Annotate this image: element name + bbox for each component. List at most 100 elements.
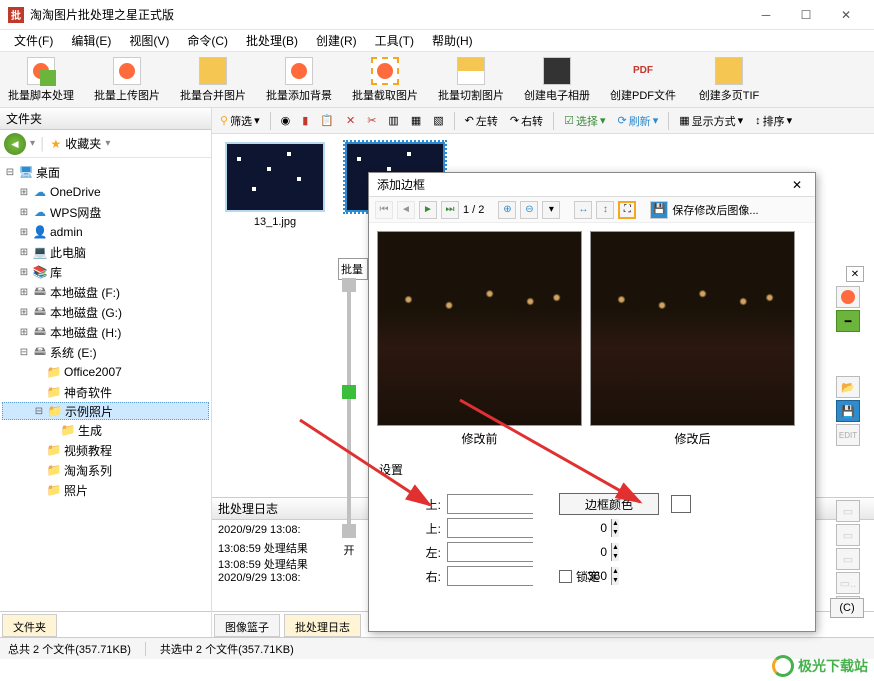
tree-expander[interactable]: ⊞ xyxy=(18,307,30,318)
dlg-fit-window[interactable]: ⛶ xyxy=(618,201,636,219)
toolbar-batch-merge[interactable]: 批量合并图片 xyxy=(178,57,248,103)
dlg-fit-height[interactable]: ↕ xyxy=(596,201,614,219)
slider-bottom-handle[interactable] xyxy=(342,524,356,538)
nav-back-dropdown[interactable]: ▾ xyxy=(30,138,35,149)
hidden-button-c[interactable]: (C) xyxy=(830,598,864,618)
panel3-icon[interactable]: ▧ xyxy=(429,112,447,129)
tree-expander[interactable]: ⊞ xyxy=(18,327,30,338)
menu-batch[interactable]: 批处理(B) xyxy=(238,30,306,51)
favorites-icon[interactable]: ★ xyxy=(51,137,62,151)
tree-node[interactable]: ⊞👤admin xyxy=(2,222,209,242)
dlg-zoom-dropdown[interactable]: ▾ xyxy=(542,201,560,219)
rotate-left-button[interactable]: ↶ 左转 xyxy=(461,111,502,131)
tab-image-basket[interactable]: 图像篮子 xyxy=(214,614,280,637)
favorites-label[interactable]: 收藏夹 xyxy=(65,135,101,152)
spin-up[interactable]: ▲ xyxy=(612,567,619,576)
thumbnail-item[interactable]: 13_1.jpg xyxy=(220,142,330,228)
tree-node[interactable]: ⊟🖥桌面 xyxy=(2,162,209,182)
minimize-button[interactable]: ─ xyxy=(746,1,786,29)
tree-node[interactable]: ⊞☁OneDrive xyxy=(2,182,209,202)
toolbar-batch-upload[interactable]: 批量上传图片 xyxy=(92,57,162,103)
tree-node[interactable]: 📁Office2007 xyxy=(2,362,209,382)
dlg-save-label[interactable]: 保存修改后图像... xyxy=(672,202,758,218)
spin-down[interactable]: ▼ xyxy=(612,528,619,537)
refresh-button[interactable]: ⟳ 刷新 ▾ xyxy=(613,111,662,131)
tree-node[interactable]: ⊟🖴系统 (E:) xyxy=(2,342,209,362)
top2-input-field[interactable] xyxy=(448,519,611,537)
dlg-nav-last[interactable]: ⏭ xyxy=(441,201,459,219)
border-color-swatch[interactable] xyxy=(671,495,691,513)
tree-expander[interactable]: ⊞ xyxy=(18,187,30,198)
toolbar-batch-add-bg[interactable]: 批量添加背景 xyxy=(264,57,334,103)
tree-node[interactable]: ⊞🖴本地磁盘 (G:) xyxy=(2,302,209,322)
right-icon-edit[interactable]: EDIT xyxy=(836,424,860,446)
tree-expander[interactable]: ⊞ xyxy=(18,267,30,278)
dlg-nav-first[interactable]: ⏮ xyxy=(375,201,393,219)
dlg-save-icon[interactable]: 💾 xyxy=(650,201,668,219)
tree-node[interactable]: ⊞☁WPS网盘 xyxy=(2,202,209,222)
dlg-nav-prev[interactable]: ◄ xyxy=(397,201,415,219)
right-icon-1[interactable] xyxy=(836,286,860,308)
spin-up[interactable]: ▲ xyxy=(612,519,619,528)
right-icon-b[interactable]: ▭ xyxy=(836,524,860,546)
dlg-zoom-out[interactable]: ⊖ xyxy=(520,201,538,219)
right-icon-open[interactable]: 📂 xyxy=(836,376,860,398)
right-input[interactable]: ▲▼ xyxy=(447,566,533,586)
lock-checkbox[interactable] xyxy=(559,570,572,583)
menu-tools[interactable]: 工具(T) xyxy=(367,30,422,51)
menu-help[interactable]: 帮助(H) xyxy=(424,30,481,51)
tree-node[interactable]: ⊞💻此电脑 xyxy=(2,242,209,262)
favorites-dropdown[interactable]: ▾ xyxy=(105,138,110,149)
tree-node[interactable]: 📁视频教程 xyxy=(2,440,209,460)
tree-expander[interactable]: ⊟ xyxy=(4,167,16,178)
tree-node[interactable]: 📁神奇软件 xyxy=(2,382,209,402)
tree-node[interactable]: 📁淘淘系列 xyxy=(2,460,209,480)
tree-node[interactable]: ⊟📁示例照片 xyxy=(2,402,209,420)
sort-button[interactable]: ↕ 排序 ▾ xyxy=(751,111,796,131)
maximize-button[interactable]: ☐ xyxy=(786,1,826,29)
panel1-icon[interactable]: ▥ xyxy=(384,112,402,129)
menu-create[interactable]: 创建(R) xyxy=(308,30,365,51)
left-input-field[interactable] xyxy=(448,543,611,561)
slider-top-handle[interactable] xyxy=(342,278,356,292)
tree-expander[interactable]: ⊞ xyxy=(18,207,30,218)
menu-edit[interactable]: 编辑(E) xyxy=(63,30,119,51)
top2-input[interactable]: ▲▼ xyxy=(447,518,533,538)
spin-down[interactable]: ▼ xyxy=(612,552,619,561)
tree-expander[interactable]: ⊞ xyxy=(18,287,30,298)
tree-expander[interactable]: ⊟ xyxy=(33,406,45,417)
dialog-close-button[interactable]: ✕ xyxy=(787,176,807,194)
slider-thumb[interactable] xyxy=(342,385,356,399)
rotate-right-button[interactable]: ↷ 右转 xyxy=(506,111,547,131)
menu-view[interactable]: 视图(V) xyxy=(121,30,177,51)
tree-expander[interactable]: ⊞ xyxy=(18,247,30,258)
border-color-button[interactable]: 边框颜色 xyxy=(559,493,659,515)
tab-batch-log[interactable]: 批处理日志 xyxy=(284,614,361,637)
menu-file[interactable]: 文件(F) xyxy=(6,30,61,51)
cut-icon[interactable]: ✂ xyxy=(363,112,380,129)
toolbar-create-tif[interactable]: 创建多页TIF xyxy=(694,57,764,103)
left-input[interactable]: ▲▼ xyxy=(447,542,533,562)
tree-node[interactable]: ⊞🖴本地磁盘 (H:) xyxy=(2,322,209,342)
dlg-fit-width[interactable]: ↔ xyxy=(574,201,592,219)
toolbar-batch-slice[interactable]: 批量切割图片 xyxy=(436,57,506,103)
menu-command[interactable]: 命令(C) xyxy=(179,30,236,51)
hidden-panel-close[interactable]: ✕ xyxy=(846,266,864,282)
right-icon-c[interactable]: ▭ xyxy=(836,548,860,570)
toolbar-batch-crop[interactable]: 批量截取图片 xyxy=(350,57,420,103)
tree-expander[interactable]: ⊞ xyxy=(18,227,30,238)
copy-icon[interactable]: 📋 xyxy=(316,112,338,129)
tree-node[interactable]: ⊞📚库 xyxy=(2,262,209,282)
right-icon-save[interactable]: 💾 xyxy=(836,400,860,422)
toolbar-create-album[interactable]: 创建电子相册 xyxy=(522,57,592,103)
right-icon-d[interactable]: ▭.. xyxy=(836,572,860,594)
tree-node[interactable]: ⊞🖴本地磁盘 (F:) xyxy=(2,282,209,302)
toolbar-create-pdf[interactable]: PDF创建PDF文件 xyxy=(608,57,678,103)
panel2-icon[interactable]: ▦ xyxy=(407,112,425,129)
spin-down[interactable]: ▼ xyxy=(612,576,619,585)
toolbar-batch-script[interactable]: 批量脚本处理 xyxy=(6,57,76,103)
top-input[interactable]: ▲▼ xyxy=(447,494,533,514)
right-icon-2[interactable]: ━ xyxy=(836,310,860,332)
eye-icon[interactable]: ◉ xyxy=(277,112,295,129)
close-button[interactable]: ✕ xyxy=(826,1,866,29)
